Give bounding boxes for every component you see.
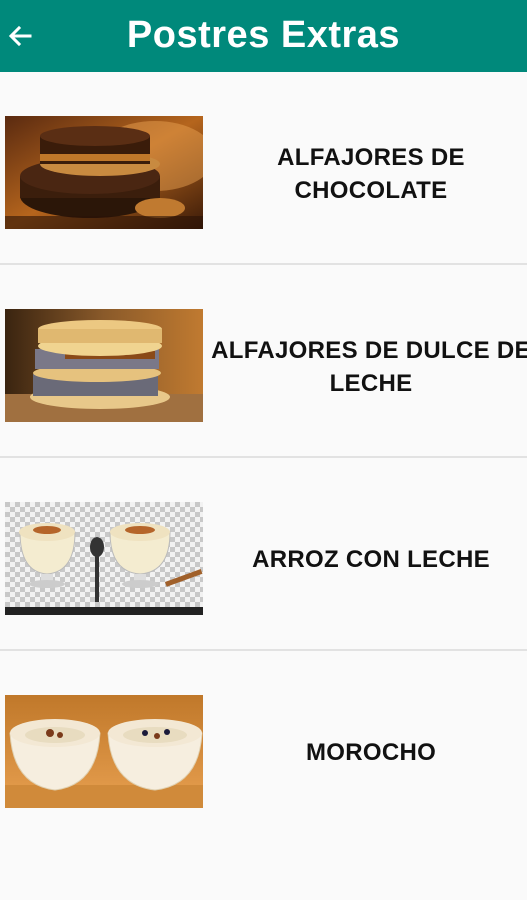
list-item[interactable]: ALFAJORES DE DULCE DE LECHE <box>0 265 527 458</box>
list-item[interactable]: ARROZ CON LECHE <box>0 458 527 651</box>
item-label: MOROCHO <box>305 739 437 766</box>
app-bar: Postres Extras <box>0 0 527 72</box>
dulce-de-leche-alfajores-image <box>5 309 203 422</box>
dessert-list: ALFAJORES DE CHOCOLATE ALFAJORES DE DULC… <box>0 72 527 844</box>
morocho-image <box>5 695 203 808</box>
item-label: ALFAJORES DE DULCE DE LECHE <box>211 336 527 397</box>
rice-pudding-image <box>5 502 203 615</box>
page-title: Postres Extras <box>126 14 401 56</box>
item-label: ALFAJORES DE CHOCOLATE <box>277 143 465 204</box>
list-item[interactable]: ALFAJORES DE CHOCOLATE <box>0 72 527 265</box>
list-item[interactable]: MOROCHO <box>0 651 527 844</box>
item-label: ARROZ CON LECHE <box>252 546 490 573</box>
chocolate-alfajores-image <box>5 116 203 229</box>
